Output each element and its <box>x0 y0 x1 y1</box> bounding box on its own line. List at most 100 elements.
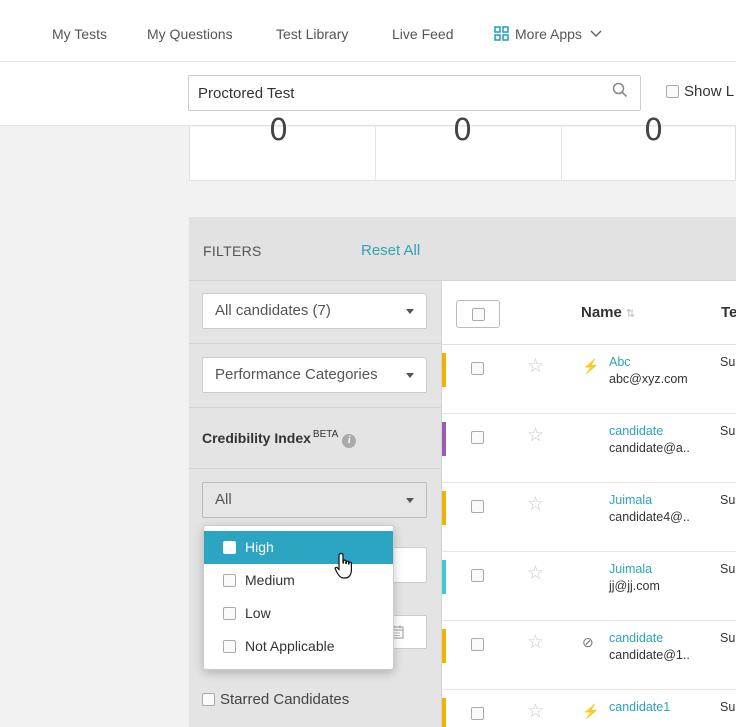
table-row[interactable]: ☆ ⚡ candidate1 Su <box>442 690 736 727</box>
row-status-bar <box>442 422 446 456</box>
search-icon[interactable] <box>612 82 628 98</box>
stat-cell: 0 <box>190 113 376 180</box>
search-input[interactable] <box>188 75 641 111</box>
candidates-select[interactable]: All candidates (7) <box>202 293 427 329</box>
starred-candidates-filter[interactable]: Starred Candidates <box>202 691 349 708</box>
option-checkbox[interactable] <box>223 640 236 653</box>
row-checkbox[interactable] <box>471 500 484 513</box>
show-label: Show L <box>684 83 735 100</box>
candidate-email: candidate4@.. <box>609 510 690 524</box>
nav-live-feed[interactable]: Live Feed <box>392 26 453 42</box>
nav-more-apps[interactable]: More Apps <box>494 26 602 42</box>
blocked-icon: ⊘ <box>582 634 594 650</box>
option-checkbox[interactable] <box>223 541 236 554</box>
beta-badge: BETA <box>312 429 339 440</box>
plug-icon: ⚡ <box>582 703 600 719</box>
candidate-name-link[interactable]: Abc <box>609 355 631 369</box>
column-name-label: Name <box>581 304 622 321</box>
dropdown-option-low[interactable]: Low <box>204 597 393 630</box>
row-checkbox[interactable] <box>471 638 484 651</box>
candidates-table: Name ⇅ Te ☆ ⚡ Abc abc@xyz.com Su ☆ candidate can… <box>442 217 736 727</box>
star-icon[interactable]: ☆ <box>527 495 544 514</box>
row-checkbox[interactable] <box>471 431 484 444</box>
divider <box>189 468 442 469</box>
candidate-test-status: Su <box>720 424 736 438</box>
credibility-index-label: Credibility Index BETAi <box>202 429 357 448</box>
candidate-test-status: Su <box>720 700 736 714</box>
stats-strip: 0 0 0 <box>189 113 736 181</box>
column-name-header[interactable]: Name ⇅ <box>581 304 635 321</box>
row-status-bar <box>442 698 446 727</box>
divider <box>189 343 442 344</box>
hand-cursor-icon <box>334 552 352 579</box>
performance-select-value: Performance Categories <box>215 366 378 383</box>
stat-cell: 0 <box>562 113 736 180</box>
candidate-test-status: Su <box>720 355 736 369</box>
candidate-email: candidate@a.. <box>609 441 690 455</box>
caret-down-icon <box>406 309 414 314</box>
candidate-name-link[interactable]: candidate1 <box>609 700 670 714</box>
table-row[interactable]: ☆ ⚡ Abc abc@xyz.com Su <box>442 345 736 414</box>
table-row[interactable]: ☆ Juimala jj@jj.com Su <box>442 552 736 621</box>
table-toolbar <box>442 217 736 281</box>
more-apps-label: More Apps <box>515 26 582 42</box>
nav-my-tests[interactable]: My Tests <box>52 26 107 42</box>
dropdown-option-not-applicable[interactable]: Not Applicable <box>204 630 393 663</box>
filter-field-partial[interactable] <box>389 547 427 583</box>
caret-down-icon <box>406 373 414 378</box>
candidate-name-link[interactable]: candidate <box>609 424 663 438</box>
row-status-bar <box>442 560 446 594</box>
caret-down-icon <box>406 498 414 503</box>
dropdown-option-high[interactable]: High <box>204 531 393 564</box>
nav-my-questions[interactable]: My Questions <box>147 26 233 42</box>
option-checkbox[interactable] <box>223 574 236 587</box>
stat-value: 0 <box>453 113 473 148</box>
filters-title: FILTERS <box>203 243 262 259</box>
starred-checkbox[interactable] <box>202 693 215 706</box>
stat-cell: 0 <box>376 113 562 180</box>
candidate-test-status: Su <box>720 631 736 645</box>
info-icon[interactable]: i <box>342 434 357 448</box>
credibility-label-text: Credibility Index <box>202 430 311 446</box>
row-checkbox[interactable] <box>471 362 484 375</box>
stat-value: 0 <box>644 113 664 148</box>
row-status-bar <box>442 491 446 525</box>
column-te-header[interactable]: Te <box>721 304 736 321</box>
star-icon[interactable]: ☆ <box>527 633 544 652</box>
table-row[interactable]: ☆ ⊘ candidate candidate@1.. Su <box>442 621 736 690</box>
select-all-button[interactable] <box>456 300 500 328</box>
table-row[interactable]: ☆ candidate candidate@a.. Su <box>442 414 736 483</box>
starred-label: Starred Candidates <box>220 691 350 708</box>
row-status-bar <box>442 629 446 663</box>
row-status-bar <box>442 353 446 387</box>
star-icon[interactable]: ☆ <box>527 357 544 376</box>
plug-icon: ⚡ <box>582 358 600 374</box>
divider <box>189 407 442 408</box>
dropdown-option-medium[interactable]: Medium <box>204 564 393 597</box>
star-icon[interactable]: ☆ <box>527 426 544 445</box>
show-checkbox-row[interactable]: Show L <box>666 83 734 100</box>
select-all-checkbox[interactable] <box>472 308 485 321</box>
candidate-name-link[interactable]: candidate <box>609 631 663 645</box>
nav-test-library[interactable]: Test Library <box>276 26 348 42</box>
apps-grid-icon <box>494 26 509 41</box>
reset-all-link[interactable]: Reset All <box>361 242 420 259</box>
candidate-name-link[interactable]: Juimala <box>609 493 652 507</box>
sort-icon[interactable]: ⇅ <box>626 308 635 320</box>
performance-categories-select[interactable]: Performance Categories <box>202 357 427 393</box>
row-checkbox[interactable] <box>471 569 484 582</box>
star-icon[interactable]: ☆ <box>527 702 544 721</box>
show-checkbox[interactable] <box>666 85 679 98</box>
candidate-name-link[interactable]: Juimala <box>609 562 652 576</box>
filters-header: FILTERS Reset All <box>189 217 442 281</box>
table-row[interactable]: ☆ Juimala candidate4@.. Su <box>442 483 736 552</box>
option-checkbox[interactable] <box>223 607 236 620</box>
credibility-dropdown-menu: High Medium Low Not Applicable <box>203 525 394 670</box>
candidates-select-value: All candidates (7) <box>215 302 331 319</box>
row-checkbox[interactable] <box>471 707 484 720</box>
stat-value: 0 <box>269 113 289 148</box>
top-navigation: My Tests My Questions Test Library Live … <box>0 0 736 62</box>
star-icon[interactable]: ☆ <box>527 564 544 583</box>
date-field-partial[interactable] <box>389 615 427 649</box>
credibility-index-select[interactable]: All <box>202 482 427 518</box>
